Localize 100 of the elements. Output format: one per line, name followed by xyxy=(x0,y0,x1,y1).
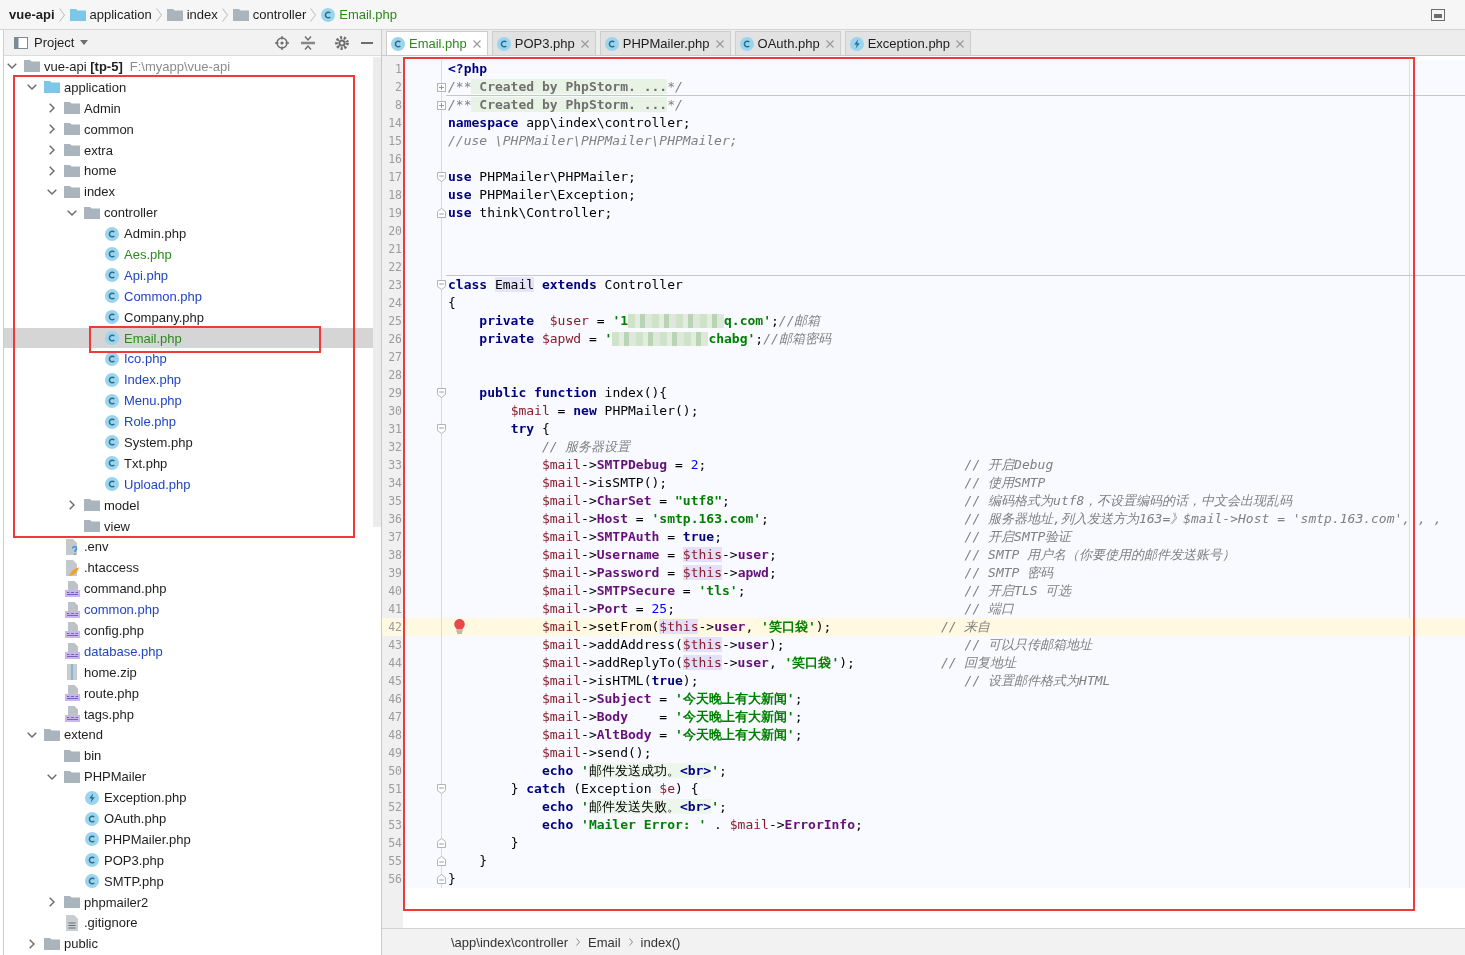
fold-marker-icon[interactable] xyxy=(436,172,446,182)
tree-item[interactable]: config.php xyxy=(64,622,144,639)
tree-item[interactable]: OAuth.php xyxy=(84,810,167,827)
breadcrumb-item[interactable]: application xyxy=(69,7,152,22)
tree-item[interactable]: application xyxy=(44,79,127,96)
php-file-icon xyxy=(64,580,80,597)
chevron-icon[interactable] xyxy=(69,500,75,511)
editor-tab[interactable]: POP3.php xyxy=(491,31,596,55)
close-icon[interactable] xyxy=(580,39,589,48)
chevron-icon[interactable] xyxy=(27,84,37,91)
tree-item[interactable]: model xyxy=(84,497,140,514)
tree-item[interactable]: phpmailer2 xyxy=(64,894,149,911)
close-icon[interactable] xyxy=(825,39,834,48)
crosshair-icon[interactable] xyxy=(275,35,289,50)
tree-item[interactable]: vue-api [tp-5] F:\myapp\vue-api xyxy=(24,58,231,75)
breadcrumb-item[interactable]: \app\index\controller xyxy=(451,934,569,950)
chevron-icon[interactable] xyxy=(29,938,35,949)
tree-item[interactable]: PHPMailer.php xyxy=(84,831,191,848)
editor-tab[interactable]: Email.php xyxy=(386,31,488,55)
tree-item[interactable]: public xyxy=(44,935,98,952)
tree-item[interactable]: Api.php xyxy=(104,267,169,284)
breadcrumb-item[interactable]: Email.php xyxy=(321,7,398,22)
tree-item[interactable]: PHPMailer xyxy=(64,768,147,785)
code-text: <?php xyxy=(448,60,488,78)
chevron-icon[interactable] xyxy=(49,145,55,155)
expand-fold-icon[interactable] xyxy=(436,82,446,92)
code-text: $mail->CharSet = "utf8"; xyxy=(541,492,730,510)
tree-item[interactable]: database.php xyxy=(64,643,163,660)
project-view-dropdown[interactable]: Project xyxy=(14,35,89,50)
close-icon[interactable] xyxy=(715,39,724,48)
fold-marker-icon[interactable] xyxy=(436,424,446,434)
editor-tab[interactable]: Exception.php xyxy=(844,31,972,55)
close-icon[interactable] xyxy=(956,39,965,48)
tree-item[interactable]: Ico.php xyxy=(104,350,167,367)
window-icon[interactable] xyxy=(1431,8,1445,21)
breadcrumb-item[interactable]: controller xyxy=(232,7,307,22)
minimize-icon[interactable] xyxy=(361,41,373,44)
class-icon xyxy=(604,36,619,51)
tree-item[interactable]: .gitignore xyxy=(64,914,138,931)
fold-marker-icon[interactable] xyxy=(436,208,446,218)
editor-tab[interactable]: OAuth.php xyxy=(734,31,841,55)
tree-item[interactable]: Admin xyxy=(64,100,121,117)
tree-item[interactable]: .htaccess xyxy=(64,559,139,576)
breadcrumb-item[interactable]: index xyxy=(166,7,218,22)
chevron-icon[interactable] xyxy=(49,124,55,135)
fold-marker-icon[interactable] xyxy=(436,856,446,866)
tree-item[interactable]: extra xyxy=(64,142,113,158)
tree-item[interactable]: command.php xyxy=(64,580,167,597)
scrollbar-thumb[interactable] xyxy=(373,57,381,527)
chevron-icon[interactable] xyxy=(27,731,37,738)
chevron-icon[interactable] xyxy=(7,63,17,70)
close-icon[interactable] xyxy=(472,39,481,48)
fold-marker-icon[interactable] xyxy=(436,280,446,290)
code-text: try { xyxy=(510,420,550,438)
chevron-icon[interactable] xyxy=(67,209,77,216)
editor-tab[interactable]: PHPMailer.php xyxy=(599,31,731,55)
code-comment: // 服务器设置 xyxy=(541,438,631,456)
tree-item[interactable]: Admin.php xyxy=(104,225,187,242)
tree-item[interactable]: Aes.php xyxy=(104,246,172,263)
tree-item[interactable]: Menu.php xyxy=(104,392,182,409)
breadcrumb-item[interactable]: index() xyxy=(640,934,681,950)
fold-marker-icon[interactable] xyxy=(436,784,446,794)
chevron-icon[interactable] xyxy=(47,188,57,195)
chevron-icon[interactable] xyxy=(49,897,55,908)
tree-item[interactable]: Role.php xyxy=(104,413,177,430)
chevron-icon[interactable] xyxy=(47,773,57,780)
breadcrumb-item[interactable]: Email xyxy=(588,934,621,950)
tree-item[interactable]: controller xyxy=(84,204,158,221)
tree-item[interactable]: System.php xyxy=(104,434,193,451)
breadcrumb-item[interactable]: vue-api xyxy=(9,7,55,22)
gear-icon[interactable] xyxy=(335,35,349,50)
tree-item[interactable]: index xyxy=(64,183,116,200)
folder-icon xyxy=(64,185,80,198)
tree-item[interactable]: Txt.php xyxy=(104,455,168,472)
tree-item[interactable]: bin xyxy=(64,747,102,764)
expand-fold-icon[interactable] xyxy=(436,100,446,110)
tree-item[interactable]: view xyxy=(84,518,130,535)
tree-item[interactable]: common.php xyxy=(64,601,160,618)
tree-item[interactable]: .env xyxy=(64,538,109,555)
collapse-all-icon[interactable] xyxy=(301,35,315,50)
fold-marker-icon[interactable] xyxy=(436,838,446,848)
tree-item[interactable]: Company.php xyxy=(104,309,204,326)
class-icon xyxy=(105,393,119,408)
fold-marker-icon[interactable] xyxy=(436,388,446,398)
tree-item[interactable]: home.zip xyxy=(64,664,137,681)
chevron-icon[interactable] xyxy=(49,103,55,114)
tree-item[interactable]: common xyxy=(64,121,134,138)
tree-item[interactable]: Upload.php xyxy=(104,476,191,493)
tree-item[interactable]: Index.php xyxy=(104,371,182,388)
lightbulb-icon[interactable] xyxy=(454,619,465,634)
tree-item[interactable]: POP3.php xyxy=(84,852,164,869)
tree-item[interactable]: SMTP.php xyxy=(84,873,164,890)
tree-item[interactable]: route.php xyxy=(64,685,139,702)
tree-item[interactable]: Common.php xyxy=(104,288,203,305)
tree-item[interactable]: Exception.php xyxy=(84,789,187,806)
tree-item[interactable]: tags.php xyxy=(64,706,134,723)
chevron-icon[interactable] xyxy=(49,165,55,176)
fold-marker-icon[interactable] xyxy=(436,874,446,884)
tree-item[interactable]: home xyxy=(64,162,117,179)
tree-item[interactable]: extend xyxy=(44,726,104,743)
